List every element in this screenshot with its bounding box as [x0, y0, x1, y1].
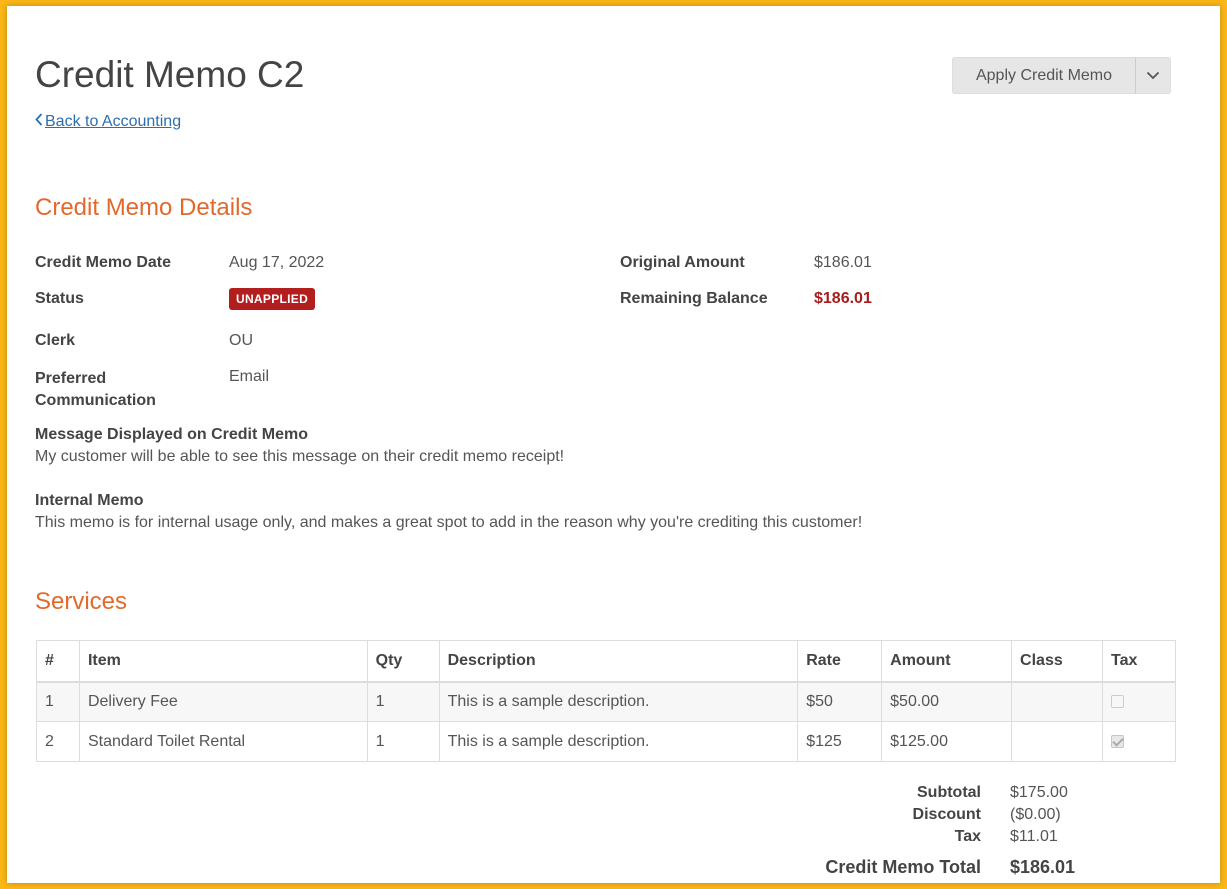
- row-item: Standard Toilet Rental: [78, 721, 368, 762]
- column-header: #: [36, 640, 80, 683]
- discount-value: ($0.00): [1010, 806, 1061, 823]
- row-qty: 1: [366, 721, 440, 762]
- message-text: My customer will be able to see this mes…: [35, 448, 565, 465]
- preferred-communication-value: Email: [229, 368, 270, 385]
- remaining-balance-value: $186.01: [814, 290, 872, 307]
- table-header-row: # Item Qty Description Rate Amount Class…: [36, 640, 1177, 683]
- original-amount-value: $186.01: [814, 254, 872, 271]
- tax-checkbox: [1110, 734, 1124, 748]
- credit-memo-total-value: $186.01: [1010, 857, 1076, 877]
- column-header: Amount: [881, 640, 1013, 683]
- row-class: [1011, 721, 1103, 762]
- row-class: [1011, 681, 1103, 722]
- page-frame: Credit Memo C2 Back to Accounting Apply …: [7, 6, 1220, 883]
- column-header: Rate: [797, 640, 883, 683]
- apply-options-dropdown-button[interactable]: [1136, 57, 1171, 94]
- details-section-title: Credit Memo Details: [35, 194, 253, 221]
- row-rate: $125: [797, 721, 883, 762]
- internal-memo-text: This memo is for internal usage only, an…: [35, 514, 863, 531]
- row-number: 2: [36, 721, 80, 762]
- services-section-title: Services: [35, 588, 128, 615]
- column-header: Tax: [1101, 640, 1177, 683]
- back-link-label: Back to Accounting: [45, 113, 182, 130]
- clerk-label: Clerk: [35, 332, 76, 349]
- row-rate: $50: [797, 681, 883, 722]
- row-qty: 1: [366, 681, 440, 722]
- subtotal-value: $175.00: [1010, 784, 1068, 801]
- internal-memo-label: Internal Memo: [35, 492, 144, 509]
- back-to-accounting-link[interactable]: Back to Accounting: [35, 113, 181, 131]
- subtotal-label: Subtotal: [917, 784, 981, 801]
- row-tax: [1101, 681, 1177, 722]
- chevron-left-icon: [35, 113, 43, 131]
- preferred-label-line2: Communication: [35, 392, 156, 409]
- clerk-value: OU: [229, 332, 253, 349]
- credit-memo-date-label: Credit Memo Date: [35, 254, 172, 271]
- row-amount: $50.00: [881, 681, 1013, 722]
- column-header: Qty: [366, 640, 440, 683]
- table-row: 1 Delivery Fee 1 This is a sample descri…: [36, 681, 1177, 722]
- row-amount: $125.00: [881, 721, 1013, 762]
- tax-checkbox: [1110, 695, 1124, 709]
- preferred-communication-label: Preferred Communication: [35, 368, 156, 412]
- row-number: 1: [36, 681, 80, 722]
- table-row: 2 Standard Toilet Rental 1 This is a sam…: [36, 721, 1177, 762]
- credit-memo-date-value: Aug 17, 2022: [229, 254, 325, 271]
- status-badge: UNAPPLIED: [229, 288, 316, 310]
- row-item: Delivery Fee: [78, 681, 368, 722]
- tax-value: $11.01: [1010, 828, 1058, 845]
- row-description: This is a sample description.: [438, 721, 799, 762]
- tax-label: Tax: [954, 828, 981, 845]
- original-amount-label: Original Amount: [620, 254, 745, 271]
- apply-credit-memo-group: Apply Credit Memo: [952, 57, 1171, 94]
- message-label: Message Displayed on Credit Memo: [35, 426, 308, 443]
- row-description: This is a sample description.: [438, 681, 799, 722]
- page-title: Credit Memo C2: [35, 54, 305, 95]
- chevron-down-icon: [1146, 67, 1160, 85]
- column-header: Description: [438, 640, 799, 683]
- status-label: Status: [35, 290, 84, 307]
- discount-label: Discount: [912, 806, 981, 823]
- preferred-label-line1: Preferred: [35, 370, 107, 387]
- apply-credit-memo-button[interactable]: Apply Credit Memo: [952, 57, 1136, 94]
- credit-memo-total-label: Credit Memo Total: [825, 857, 981, 877]
- services-table: # Item Qty Description Rate Amount Class…: [36, 640, 1177, 762]
- column-header: Item: [78, 640, 368, 683]
- row-tax: [1101, 721, 1177, 762]
- column-header: Class: [1011, 640, 1103, 683]
- remaining-balance-label: Remaining Balance: [620, 290, 768, 307]
